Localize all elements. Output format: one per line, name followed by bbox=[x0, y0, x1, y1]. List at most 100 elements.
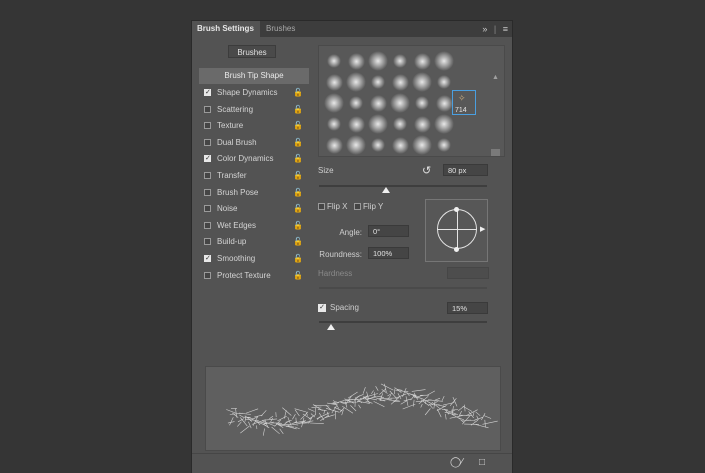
brush-preset-thumbnail[interactable] bbox=[414, 116, 431, 133]
reset-size-icon[interactable]: ↺ bbox=[422, 164, 431, 177]
option-brush-pose[interactable]: Brush Pose🔓 bbox=[199, 185, 309, 202]
checkbox[interactable] bbox=[204, 222, 211, 229]
flip-y-toggle[interactable]: Flip Y bbox=[354, 202, 383, 211]
option-shape-dynamics[interactable]: ✓Shape Dynamics🔓 bbox=[199, 85, 309, 102]
brush-preset-thumbnail[interactable] bbox=[346, 135, 366, 155]
brush-preset-thumbnail[interactable] bbox=[370, 95, 387, 112]
checkbox[interactable]: ✓ bbox=[204, 155, 211, 162]
brush-preset-thumbnail[interactable] bbox=[326, 137, 343, 154]
scroll-thumb[interactable] bbox=[491, 149, 500, 157]
brush-preset-thumbnail[interactable] bbox=[327, 117, 341, 131]
brush-preset-thumbnail[interactable] bbox=[393, 54, 407, 68]
size-slider-thumb[interactable] bbox=[382, 187, 390, 193]
lock-icon[interactable]: 🔓 bbox=[293, 218, 303, 235]
option-smoothing[interactable]: ✓Smoothing🔓 bbox=[199, 251, 309, 268]
brush-preset-thumbnail[interactable] bbox=[368, 114, 388, 134]
brushes-button[interactable]: Brushes bbox=[228, 45, 276, 58]
checkbox[interactable] bbox=[354, 203, 361, 210]
brush-preset-thumbnail[interactable] bbox=[390, 93, 410, 113]
lock-icon[interactable]: 🔓 bbox=[293, 234, 303, 251]
checkbox[interactable] bbox=[204, 122, 211, 129]
brush-preset-thumbnail[interactable] bbox=[392, 137, 409, 154]
brush-preset-thumbnail[interactable] bbox=[392, 74, 409, 91]
lock-icon[interactable]: 🔓 bbox=[293, 85, 303, 102]
checkbox[interactable]: ✓ bbox=[204, 255, 211, 262]
checkbox[interactable] bbox=[318, 203, 325, 210]
angle-field[interactable]: 0° bbox=[368, 225, 409, 237]
checkbox[interactable] bbox=[204, 172, 211, 179]
new-brush-icon[interactable]: □ bbox=[479, 457, 485, 468]
spacing-field[interactable]: 15% bbox=[447, 302, 488, 314]
lock-icon[interactable]: 🔓 bbox=[293, 251, 303, 268]
size-field[interactable]: 80 px bbox=[443, 164, 488, 176]
brush-stroke-preview bbox=[205, 366, 501, 451]
checkbox[interactable] bbox=[204, 205, 211, 212]
brush-preset-thumbnail[interactable] bbox=[434, 114, 454, 134]
roundness-handle-top[interactable] bbox=[454, 207, 459, 212]
brush-preset-thumbnail[interactable] bbox=[371, 75, 385, 89]
lock-icon[interactable]: 🔓 bbox=[293, 185, 303, 202]
option-color-dynamics[interactable]: ✓Color Dynamics🔓 bbox=[199, 151, 309, 168]
checkbox[interactable] bbox=[204, 189, 211, 196]
flip-x-label: Flip X bbox=[327, 202, 347, 211]
double-chevron-right-icon[interactable]: » bbox=[482, 24, 487, 34]
roundness-handle-bottom[interactable] bbox=[454, 247, 459, 252]
brush-preset-thumbnail[interactable] bbox=[327, 54, 341, 68]
option-protect-texture[interactable]: Protect Texture🔓 bbox=[199, 268, 309, 285]
option-dual-brush[interactable]: Dual Brush🔓 bbox=[199, 135, 309, 152]
brush-preset-thumbnail[interactable] bbox=[415, 96, 429, 110]
brush-preset-thumbnail[interactable] bbox=[437, 138, 451, 152]
brush-preset-thumbnail[interactable] bbox=[412, 72, 432, 92]
brush-preset-thumbnail[interactable] bbox=[348, 116, 365, 133]
brush-preset-thumbnail[interactable] bbox=[324, 93, 344, 113]
scroll-up-icon[interactable]: ▲ bbox=[492, 74, 499, 81]
preset-scrollbar[interactable]: ▲ ▼ bbox=[491, 74, 500, 157]
selected-brush-preset[interactable]: ✧ 714 bbox=[452, 90, 476, 115]
toggle-preview-icon[interactable]: ◯∕ bbox=[450, 457, 463, 468]
brush-preset-thumbnail[interactable] bbox=[434, 51, 454, 71]
lock-icon[interactable]: 🔓 bbox=[293, 168, 303, 185]
lock-icon[interactable]: 🔓 bbox=[293, 268, 303, 285]
brush-preset-thumbnail[interactable] bbox=[414, 53, 431, 70]
brush-preset-thumbnail[interactable] bbox=[437, 75, 451, 89]
angle-roundness-compass[interactable]: ▶ bbox=[425, 199, 488, 262]
angle-arrow-icon[interactable]: ▶ bbox=[480, 225, 485, 233]
spacing-slider-track[interactable] bbox=[319, 321, 487, 323]
lock-icon[interactable]: 🔓 bbox=[293, 135, 303, 152]
option-texture[interactable]: Texture🔓 bbox=[199, 118, 309, 135]
option-noise[interactable]: Noise🔓 bbox=[199, 201, 309, 218]
checkbox[interactable] bbox=[204, 106, 211, 113]
brush-preset-thumbnail[interactable] bbox=[393, 117, 407, 131]
option-scattering[interactable]: Scattering🔓 bbox=[199, 102, 309, 119]
checkbox[interactable] bbox=[204, 272, 211, 279]
brush-preset-thumbnail[interactable] bbox=[348, 53, 365, 70]
lock-icon[interactable]: 🔓 bbox=[293, 118, 303, 135]
flip-x-toggle[interactable]: Flip X bbox=[318, 202, 347, 211]
brush-preset-thumbnail[interactable] bbox=[326, 74, 343, 91]
tab-brush-settings[interactable]: Brush Settings bbox=[192, 21, 260, 37]
lock-icon[interactable]: 🔓 bbox=[293, 151, 303, 168]
stroke-hair bbox=[263, 429, 264, 436]
option-build-up[interactable]: Build-up🔓 bbox=[199, 234, 309, 251]
panel-menu-icon[interactable]: ≡ bbox=[503, 24, 508, 34]
checkbox[interactable]: ✓ bbox=[204, 89, 211, 96]
roundness-field[interactable]: 100% bbox=[368, 247, 409, 259]
brush-preset-thumbnail[interactable] bbox=[368, 51, 388, 71]
tab-brushes[interactable]: Brushes bbox=[261, 21, 300, 37]
option-transfer[interactable]: Transfer🔓 bbox=[199, 168, 309, 185]
brush-tip-shape-item[interactable]: Brush Tip Shape bbox=[199, 68, 309, 84]
lock-icon[interactable]: 🔓 bbox=[293, 201, 303, 218]
lock-icon[interactable]: 🔓 bbox=[293, 102, 303, 119]
brush-preset-thumbnail[interactable] bbox=[349, 96, 363, 110]
size-slider-track[interactable] bbox=[319, 185, 487, 187]
checkbox[interactable] bbox=[204, 238, 211, 245]
checkbox[interactable]: ✓ bbox=[318, 304, 326, 312]
brush-preset-thumbnail[interactable] bbox=[412, 135, 432, 155]
spacing-slider-thumb[interactable] bbox=[327, 324, 335, 330]
brush-preset-thumbnail[interactable] bbox=[436, 95, 453, 112]
option-wet-edges[interactable]: Wet Edges🔓 bbox=[199, 218, 309, 235]
brush-preset-thumbnail[interactable] bbox=[346, 72, 366, 92]
checkbox[interactable] bbox=[204, 139, 211, 146]
brush-preset-grid[interactable]: ✧ 714 ▲ ▼ bbox=[318, 45, 505, 157]
brush-preset-thumbnail[interactable] bbox=[371, 138, 385, 152]
